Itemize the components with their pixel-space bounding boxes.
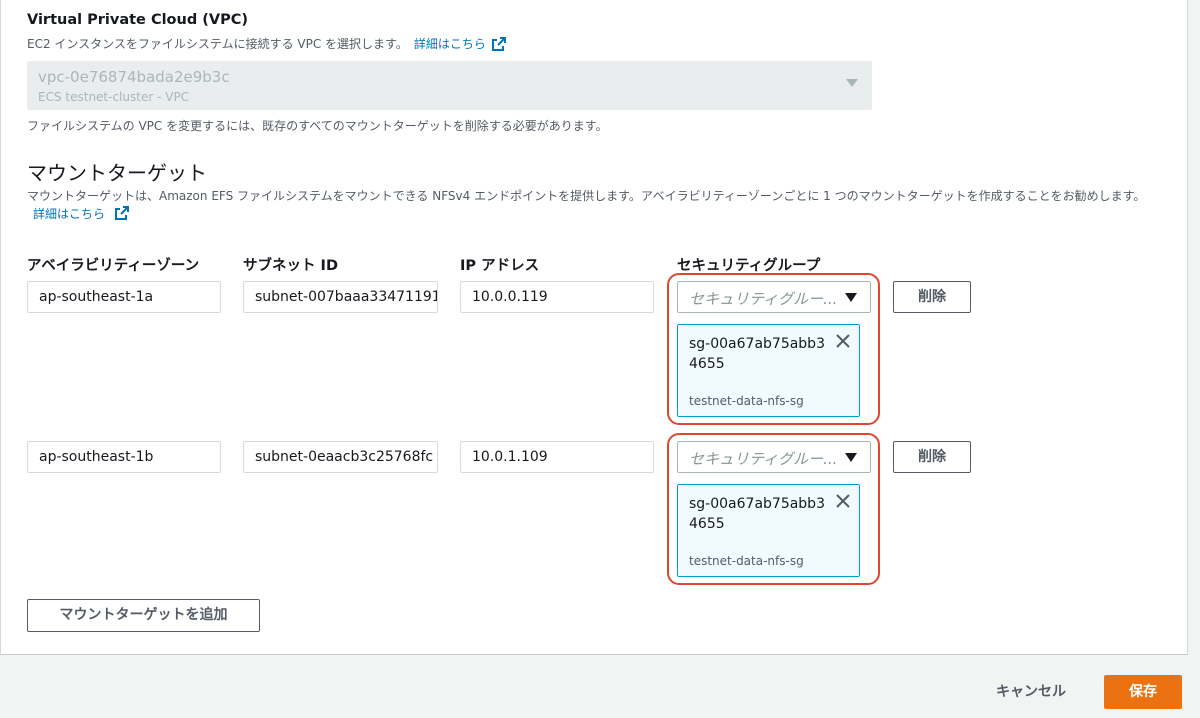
cancel-button[interactable]: キャンセル: [985, 677, 1077, 707]
security-group-select[interactable]: セキュリティグルー...: [677, 441, 871, 473]
column-header-subnet: サブネット ID: [243, 258, 338, 274]
ip-address-field[interactable]: 10.0.0.119: [460, 281, 654, 313]
security-group-placeholder: セキュリティグルー...: [689, 290, 838, 308]
external-link-icon[interactable]: [491, 36, 507, 52]
security-group-token-name: testnet-data-nfs-sg: [689, 394, 804, 408]
security-group-token: sg-00a67ab75abb34655 testnet-data-nfs-sg: [677, 324, 860, 417]
security-group-placeholder: セキュリティグルー...: [689, 450, 838, 468]
mount-targets-description: マウントターゲットは、Amazon EFS ファイルシステムをマウントできる N…: [27, 187, 1167, 223]
subnet-field[interactable]: subnet-0eaacb3c25768fc: [243, 441, 438, 473]
caret-down-icon: [846, 79, 858, 87]
column-header-ip: IP アドレス: [460, 258, 540, 274]
close-icon[interactable]: [835, 333, 851, 349]
az-field[interactable]: ap-southeast-1b: [27, 441, 221, 473]
column-header-az: アベイラビリティーゾーン: [27, 258, 200, 274]
security-group-token-id: sg-00a67ab75abb34655: [689, 336, 825, 372]
mount-targets-description-text: マウントターゲットは、Amazon EFS ファイルシステムをマウントできる N…: [27, 189, 1146, 203]
mount-targets-learn-more-link[interactable]: 詳細はこちら: [33, 207, 105, 221]
file-system-network-panel: Virtual Private Cloud (VPC) EC2 インスタンスをフ…: [0, 0, 1188, 655]
vpc-selected-id: vpc-0e76874bada2e9b3c: [38, 68, 230, 86]
vpc-description: EC2 インスタンスをファイルシステムに接続する VPC を選択します。 詳細は…: [27, 35, 507, 52]
vpc-description-text: EC2 インスタンスをファイルシステムに接続する VPC を選択します。: [27, 37, 408, 51]
close-icon[interactable]: [835, 493, 851, 509]
ip-address-field[interactable]: 10.0.1.109: [460, 441, 654, 473]
add-mount-target-button[interactable]: マウントターゲットを追加: [27, 599, 260, 632]
vpc-selected-name: ECS testnet-cluster - VPC: [38, 90, 190, 104]
mount-targets-title: マウントターゲット: [27, 161, 207, 185]
security-group-token-name: testnet-data-nfs-sg: [689, 554, 804, 568]
vpc-label: Virtual Private Cloud (VPC): [27, 12, 249, 28]
az-field[interactable]: ap-southeast-1a: [27, 281, 221, 313]
delete-button[interactable]: 削除: [893, 441, 971, 473]
delete-button[interactable]: 削除: [893, 281, 971, 313]
vpc-note: ファイルシステムの VPC を変更するには、既存のすべてのマウントターゲットを削…: [27, 119, 608, 133]
vpc-learn-more-link[interactable]: 詳細はこちら: [414, 35, 486, 52]
security-group-token: sg-00a67ab75abb34655 testnet-data-nfs-sg: [677, 484, 860, 577]
subnet-field[interactable]: subnet-007baaa33471191: [243, 281, 438, 313]
caret-down-icon: [845, 453, 857, 462]
vpc-select[interactable]: vpc-0e76874bada2e9b3c ECS testnet-cluste…: [27, 61, 872, 110]
caret-down-icon: [845, 293, 857, 302]
external-link-icon[interactable]: [114, 205, 130, 221]
save-button[interactable]: 保存: [1104, 675, 1182, 709]
column-header-security-group: セキュリティグループ: [677, 258, 821, 274]
security-group-select[interactable]: セキュリティグルー...: [677, 281, 871, 313]
security-group-token-id: sg-00a67ab75abb34655: [689, 496, 825, 532]
